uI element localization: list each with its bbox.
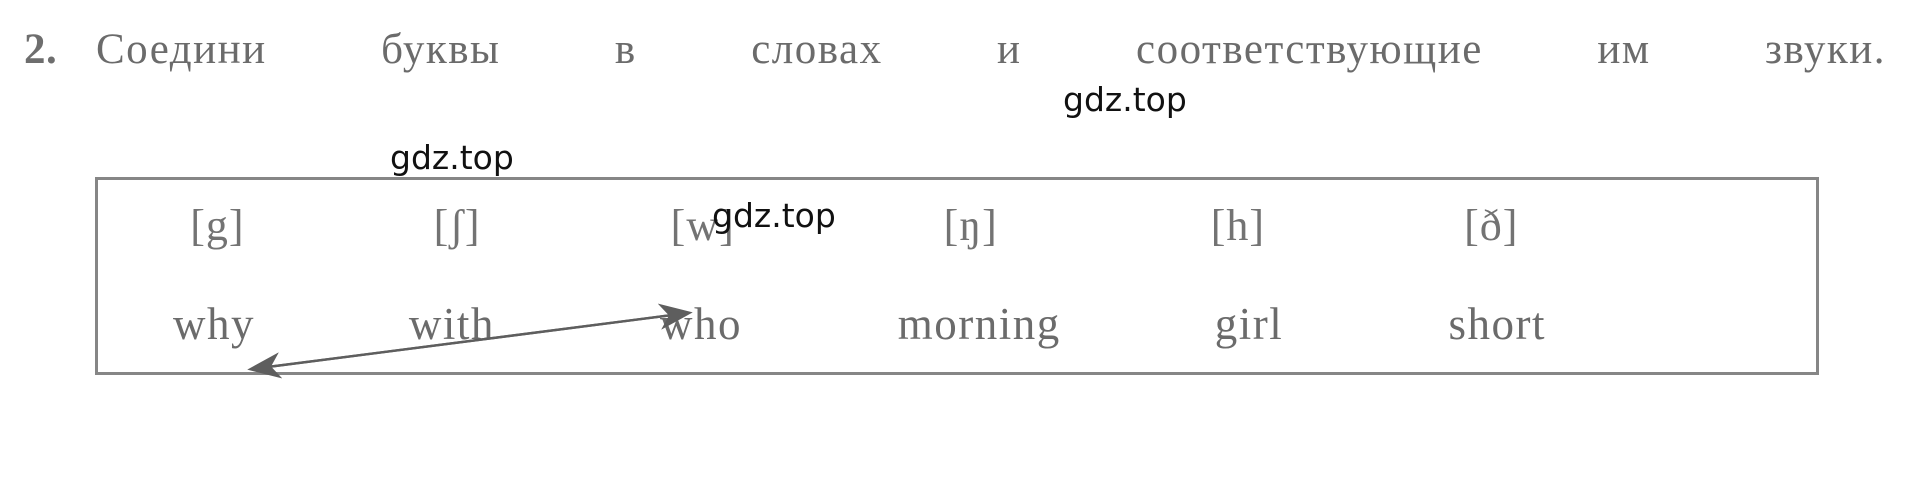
exercise-box: [g] [ʃ] [w] [ŋ] [h] [ð] why with who mor… — [95, 177, 1819, 375]
word-label: short — [1448, 299, 1547, 349]
sound-label: [ð] — [1464, 201, 1519, 250]
task-heading: 2. Соедини буквы в словах и соответствую… — [24, 22, 1904, 134]
sound-label: [ŋ] — [943, 201, 998, 250]
sound-cell-ng[interactable]: [ŋ] — [828, 192, 1113, 260]
word-label: with — [408, 299, 495, 349]
task-number: 2. — [24, 26, 58, 73]
word-label: why — [172, 299, 255, 349]
watermark-gdz-top: gdz.top — [390, 138, 514, 177]
sounds-row: [g] [ʃ] [w] [ŋ] [h] [ð] — [98, 192, 1816, 260]
word-label: girl — [1214, 299, 1284, 349]
watermark-gdz-top: gdz.top — [712, 196, 836, 235]
sound-label: [g] — [190, 201, 245, 250]
sound-cell-sh[interactable]: [ʃ] — [337, 192, 578, 260]
watermark-gdz-top: gdz.top — [1063, 80, 1187, 119]
word-cell-who[interactable]: who — [574, 286, 828, 362]
word-cell-with[interactable]: with — [330, 286, 574, 362]
word-label: who — [660, 299, 742, 349]
word-cell-why[interactable]: why — [98, 286, 330, 362]
word-cell-girl[interactable]: girl — [1130, 286, 1367, 362]
sound-label: [h] — [1210, 201, 1266, 250]
sound-cell-th[interactable]: [ð] — [1362, 192, 1620, 260]
word-cell-morning[interactable]: morning — [828, 286, 1130, 362]
sound-label: [ʃ] — [433, 201, 481, 250]
word-label: morning — [897, 299, 1061, 349]
sound-cell-h[interactable]: [h] — [1113, 192, 1362, 260]
task-instruction: Соедини буквы в словах и соответствующие… — [96, 26, 1886, 73]
word-cell-short[interactable]: short — [1368, 286, 1627, 362]
words-row: why with who morning girl short — [98, 286, 1816, 362]
sound-cell-g[interactable]: [g] — [98, 192, 337, 260]
